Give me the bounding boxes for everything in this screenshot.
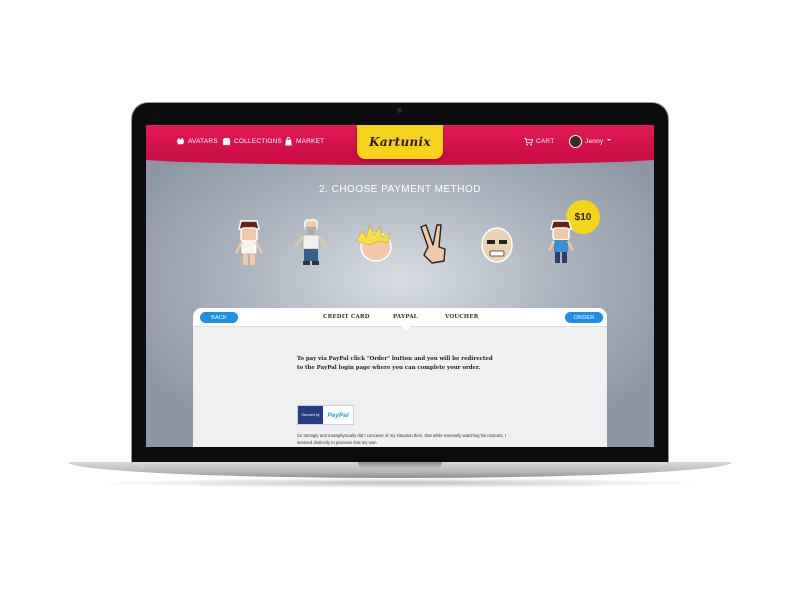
laptop-notch (358, 462, 442, 469)
nav-collections[interactable]: COLLECTIONS (222, 134, 282, 148)
nav-market-label: MARKET (296, 137, 325, 145)
back-button[interactable]: BACK (200, 312, 238, 323)
user-name: Jenny (585, 137, 604, 145)
laptop-shadow (90, 478, 710, 488)
payment-panel: BACK CREDIT CARD PAYPAL VOUCHER ORDER To… (193, 308, 607, 447)
user-menu[interactable]: Jenny (569, 134, 612, 148)
page-title: 2. CHOOSE PAYMENT METHOD (318, 184, 482, 195)
tab-paypal[interactable]: PAYPAL (393, 314, 418, 320)
tab-voucher[interactable]: VOUCHER (445, 314, 479, 320)
nav-market[interactable]: MARKET (284, 134, 324, 148)
chevron-down-icon (606, 137, 612, 145)
tab-credit-card[interactable]: CREDIT CARD (323, 314, 370, 320)
paypal-logo: PayPal (323, 406, 353, 424)
paypal-instructions: To pay via PayPal click "Order" button a… (297, 356, 493, 371)
shopping-bag-icon (284, 136, 293, 146)
nav-avatars-label: AVATARS (188, 137, 218, 145)
camera-dot (397, 108, 402, 113)
paypal-badge-left: Secured by (298, 406, 323, 424)
nav-collections-label: COLLECTIONS (234, 137, 283, 145)
logo[interactable]: Kartunix (357, 125, 443, 159)
bearded-man-sticker[interactable] (286, 217, 336, 273)
boy-sticker[interactable] (224, 217, 274, 273)
boy-standing-sticker[interactable] (536, 217, 586, 273)
collections-icon (222, 137, 231, 146)
screen: AVATARS COLLECTIONS MARKET Kartunix CART… (146, 125, 654, 447)
avatar-icon (176, 137, 185, 146)
order-button[interactable]: ORDER (565, 312, 603, 323)
cart-link[interactable]: CART (524, 134, 554, 148)
paypal-logo-text: PayPal (327, 411, 349, 419)
user-avatar (569, 134, 582, 148)
cart-icon (524, 137, 533, 146)
body-text: So strongly and metaphysically did I con… (297, 433, 506, 445)
logo-text: Kartunix (369, 135, 431, 149)
nav-avatars[interactable]: AVATARS (176, 134, 218, 148)
cart-label: CART (536, 137, 555, 145)
payment-tabs-bar: BACK CREDIT CARD PAYPAL VOUCHER ORDER (193, 308, 607, 327)
laptop-base (68, 462, 732, 478)
paypal-secured-badge: Secured by PayPal (297, 405, 354, 425)
bald-head-sticker[interactable] (472, 217, 522, 273)
blonde-hair-sticker[interactable] (348, 217, 398, 273)
laptop-lid: AVATARS COLLECTIONS MARKET Kartunix CART… (132, 103, 668, 463)
active-tab-indicator (401, 326, 411, 331)
peace-hand-sticker[interactable] (410, 217, 460, 273)
